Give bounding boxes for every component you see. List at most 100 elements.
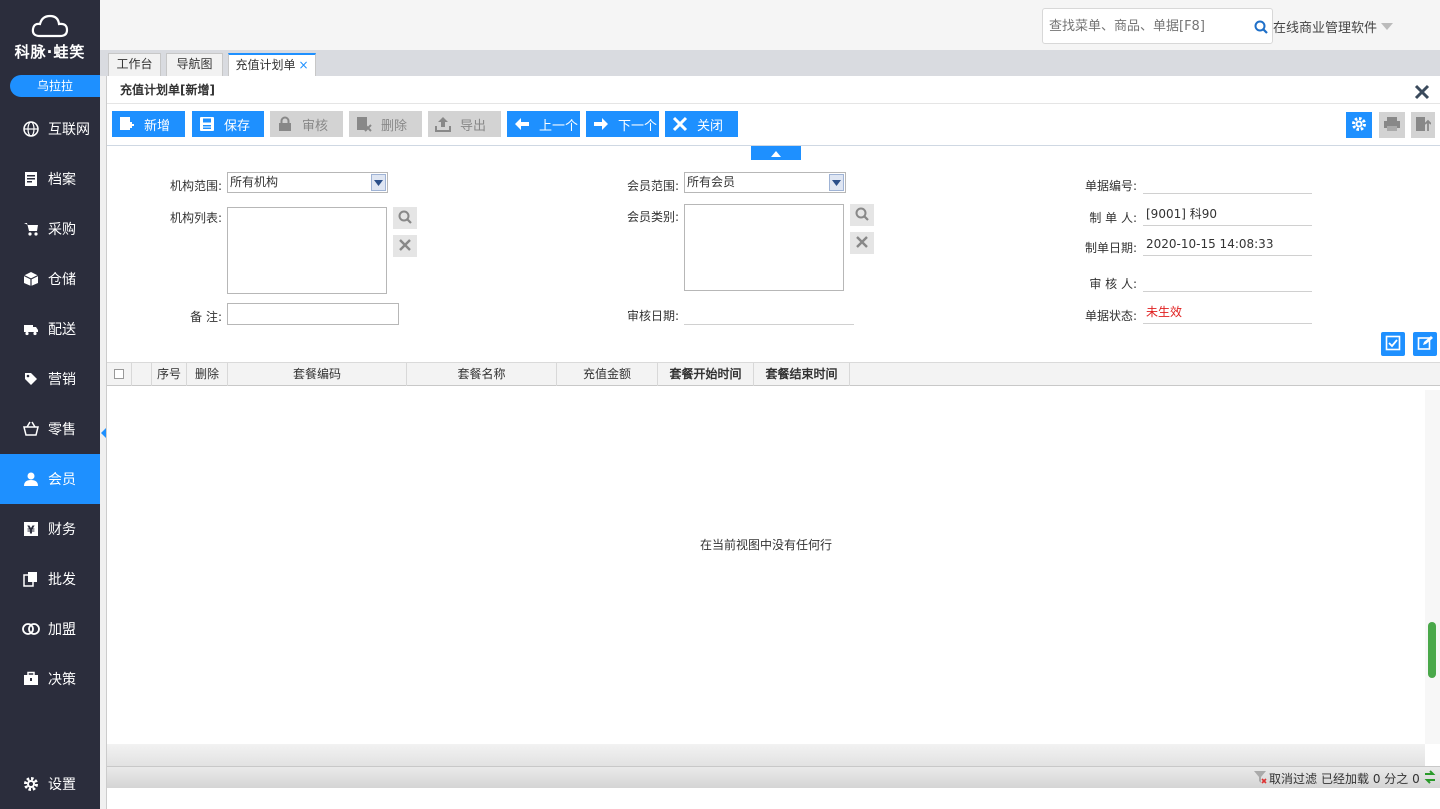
auditor-field [1143, 270, 1312, 292]
org-search-button[interactable] [393, 207, 417, 229]
tab-label: 充值计划单 [235, 58, 296, 72]
org-clear-button[interactable] [393, 235, 417, 257]
close-icon[interactable] [1414, 82, 1430, 110]
grid-col-end-time[interactable]: 套餐结束时间 [754, 363, 850, 386]
user-badge[interactable]: 乌拉拉 [10, 75, 100, 97]
grid-col-start-time[interactable]: 套餐开始时间 [658, 363, 754, 386]
new-button[interactable]: 新增 [112, 111, 185, 137]
nav-label: 批发 [48, 572, 76, 588]
nav-item-archive[interactable]: 档案 [0, 154, 100, 204]
copy-icon [22, 570, 40, 588]
grid-select-all-cell[interactable] [107, 363, 132, 386]
share-button[interactable] [1411, 112, 1435, 138]
nav-item-wholesale[interactable]: 批发 [0, 554, 100, 604]
nav-item-warehouse[interactable]: 仓储 [0, 254, 100, 304]
save-button[interactable]: 保存 [192, 111, 264, 137]
top-header: 在线商业管理软件 [100, 0, 1440, 50]
close-button[interactable]: 关闭 [665, 111, 738, 137]
nav-item-marketing[interactable]: 营销 [0, 354, 100, 404]
nav-label: 互联网 [48, 122, 90, 138]
org-scope-select[interactable]: 所有机构 [227, 172, 388, 193]
edit-button[interactable] [1413, 332, 1437, 356]
gear-icon [22, 775, 40, 793]
remark-label: 备 注: [190, 310, 222, 324]
nav-item-member[interactable]: 会员 [0, 454, 100, 504]
checkbox-icon [1385, 335, 1401, 354]
search-input[interactable] [1043, 9, 1243, 43]
tab-close-icon[interactable]: × [298, 58, 308, 72]
export-label: 导出 [460, 118, 487, 134]
delete-button[interactable]: 删除 [349, 111, 422, 137]
next-label: 下一个 [618, 118, 658, 134]
loaded-count: 已经加载 0 分之 0 [1321, 772, 1420, 786]
search-icon [398, 210, 412, 227]
prev-button[interactable]: 上一个 [507, 111, 580, 137]
grid-header: 序号 删除 套餐编码 套餐名称 充值金额 套餐开始时间 套餐结束时间 [107, 362, 1440, 386]
nav-item-retail[interactable]: 零售 [0, 404, 100, 454]
nav-menu: 互联网 档案 采购 仓储 配送 营销 零售 会员 ¥ 财务 批发 加盟 决策 [0, 104, 100, 704]
status-field: 未生效 [1143, 302, 1312, 324]
grid-col-package-code[interactable]: 套餐编码 [228, 363, 407, 386]
horizontal-scrollbar[interactable] [107, 744, 1425, 766]
grid-col-seq[interactable]: 序号 [152, 363, 187, 386]
member-type-listbox[interactable] [684, 204, 844, 291]
org-scope-label: 机构范围: [169, 179, 222, 193]
chevron-up-icon [771, 146, 781, 160]
tab-navigation[interactable]: 导航图 [166, 53, 223, 76]
nav-item-franchise[interactable]: 加盟 [0, 604, 100, 654]
x-icon [856, 235, 868, 251]
tab-workbench[interactable]: 工作台 [108, 53, 161, 76]
search-icon [855, 207, 869, 224]
app-name-dropdown[interactable]: 在线商业管理软件 [1273, 17, 1394, 36]
collapse-form-button[interactable] [751, 146, 801, 160]
next-button[interactable]: 下一个 [586, 111, 659, 137]
nav-item-delivery[interactable]: 配送 [0, 304, 100, 354]
member-scope-select[interactable]: 所有会员 [684, 172, 846, 193]
printer-icon [1383, 116, 1401, 135]
delete-doc-icon [355, 115, 373, 133]
make-date-label: 制单日期: [1084, 241, 1137, 255]
nav-label: 财务 [48, 522, 76, 538]
audit-label: 审核 [302, 118, 329, 134]
grid-body[interactable] [107, 390, 1425, 744]
tag-icon [22, 370, 40, 388]
settings-button[interactable] [1346, 112, 1372, 138]
print-button[interactable] [1379, 112, 1405, 138]
tab-recharge-plan[interactable]: 充值计划单 × [228, 53, 316, 76]
checkbox-icon [114, 369, 124, 379]
audit-date-field [684, 303, 854, 325]
logo: 科脉·蛙笑 [0, 0, 100, 68]
remark-input[interactable] [227, 303, 399, 325]
upload-icon [434, 115, 452, 133]
audit-date-label: 审核日期: [626, 309, 679, 323]
nav-item-purchase[interactable]: 采购 [0, 204, 100, 254]
audit-button[interactable]: 审核 [270, 111, 343, 137]
filter-icon [1253, 770, 1267, 787]
x-icon [671, 115, 689, 133]
logo-text: 科脉·蛙笑 [14, 43, 86, 61]
scrollbar-thumb[interactable] [1428, 622, 1436, 678]
nav-item-finance[interactable]: ¥ 财务 [0, 504, 100, 554]
check-all-button[interactable] [1381, 332, 1405, 356]
nav-item-internet[interactable]: 互联网 [0, 104, 100, 154]
nav-label: 仓储 [48, 272, 76, 288]
member-type-clear-button[interactable] [850, 232, 874, 254]
nav-item-settings[interactable]: 设置 [0, 759, 100, 809]
tab-label: 导航图 [176, 57, 213, 71]
grid-col-delete[interactable]: 删除 [187, 363, 228, 386]
org-listbox[interactable] [227, 207, 387, 294]
search-icon[interactable] [1254, 20, 1268, 37]
member-type-search-button[interactable] [850, 204, 874, 226]
export-button[interactable]: 导出 [428, 111, 501, 137]
maker-field: [9001] 科90 [1143, 204, 1312, 226]
grid-col-package-name[interactable]: 套餐名称 [407, 363, 557, 386]
cancel-filter-link[interactable]: 取消过滤 [1269, 770, 1317, 787]
chevron-down-icon [1381, 23, 1394, 30]
edit-icon [1417, 335, 1433, 354]
global-search [1042, 8, 1273, 44]
nav-label: 决策 [48, 672, 76, 688]
nav-item-decision[interactable]: 决策 [0, 654, 100, 704]
refresh-icon[interactable] [1423, 769, 1437, 788]
vertical-scrollbar[interactable] [1425, 390, 1440, 744]
grid-col-amount[interactable]: 充值金额 [557, 363, 658, 386]
